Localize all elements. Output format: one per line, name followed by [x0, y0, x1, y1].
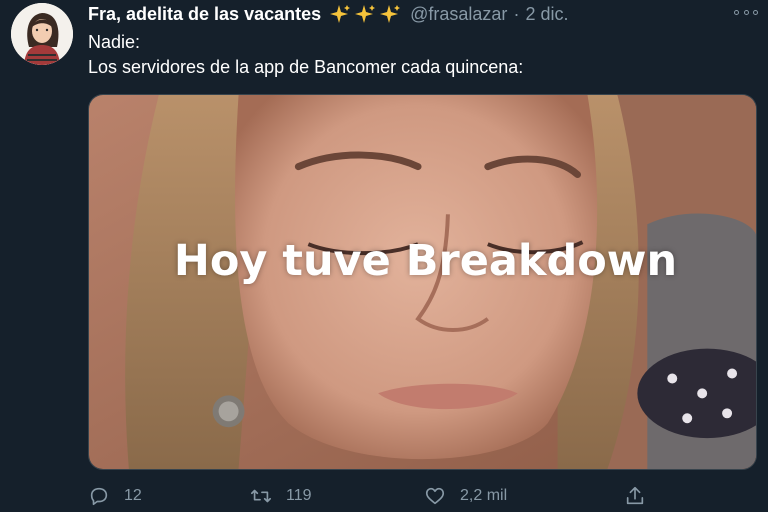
tweet-date[interactable]: 2 dic.: [525, 4, 568, 25]
tweet-actions: 12 119 2,2 mil: [88, 483, 757, 509]
tweet-media[interactable]: Hoy tuve Breakdown: [88, 94, 757, 470]
like-count: 2,2 mil: [460, 487, 508, 504]
reply-icon: [90, 487, 108, 506]
tweet-text-line: Los servidores de la app de Bancomer cad…: [88, 57, 524, 77]
retweet-button[interactable]: 119: [250, 483, 312, 509]
tweet-text: Nadie: Los servidores de la app de Banco…: [88, 30, 523, 80]
media-caption: Hoy tuve Breakdown: [173, 236, 678, 286]
tweet-header: Fra, adelita de las vacantes @frasalazar…: [88, 2, 760, 26]
separator-dot: ·: [513, 3, 520, 24]
tweet: Fra, adelita de las vacantes @frasalazar…: [0, 0, 768, 512]
author-handle[interactable]: @frasalazar: [410, 4, 507, 25]
reply-count: 12: [124, 487, 142, 504]
share-icon: [626, 486, 644, 505]
share-button[interactable]: [624, 483, 646, 509]
avatar[interactable]: [11, 3, 73, 65]
retweet-icon: [251, 489, 271, 503]
more-icon[interactable]: [734, 4, 758, 20]
tweet-text-line: Nadie:: [88, 32, 141, 52]
author-name[interactable]: Fra, adelita de las vacantes: [88, 4, 321, 25]
like-icon: [425, 487, 445, 505]
retweet-count: 119: [286, 487, 312, 504]
sparkles-icon: [327, 4, 401, 24]
reply-button[interactable]: 12: [88, 483, 142, 509]
like-button[interactable]: 2,2 mil: [424, 483, 507, 509]
